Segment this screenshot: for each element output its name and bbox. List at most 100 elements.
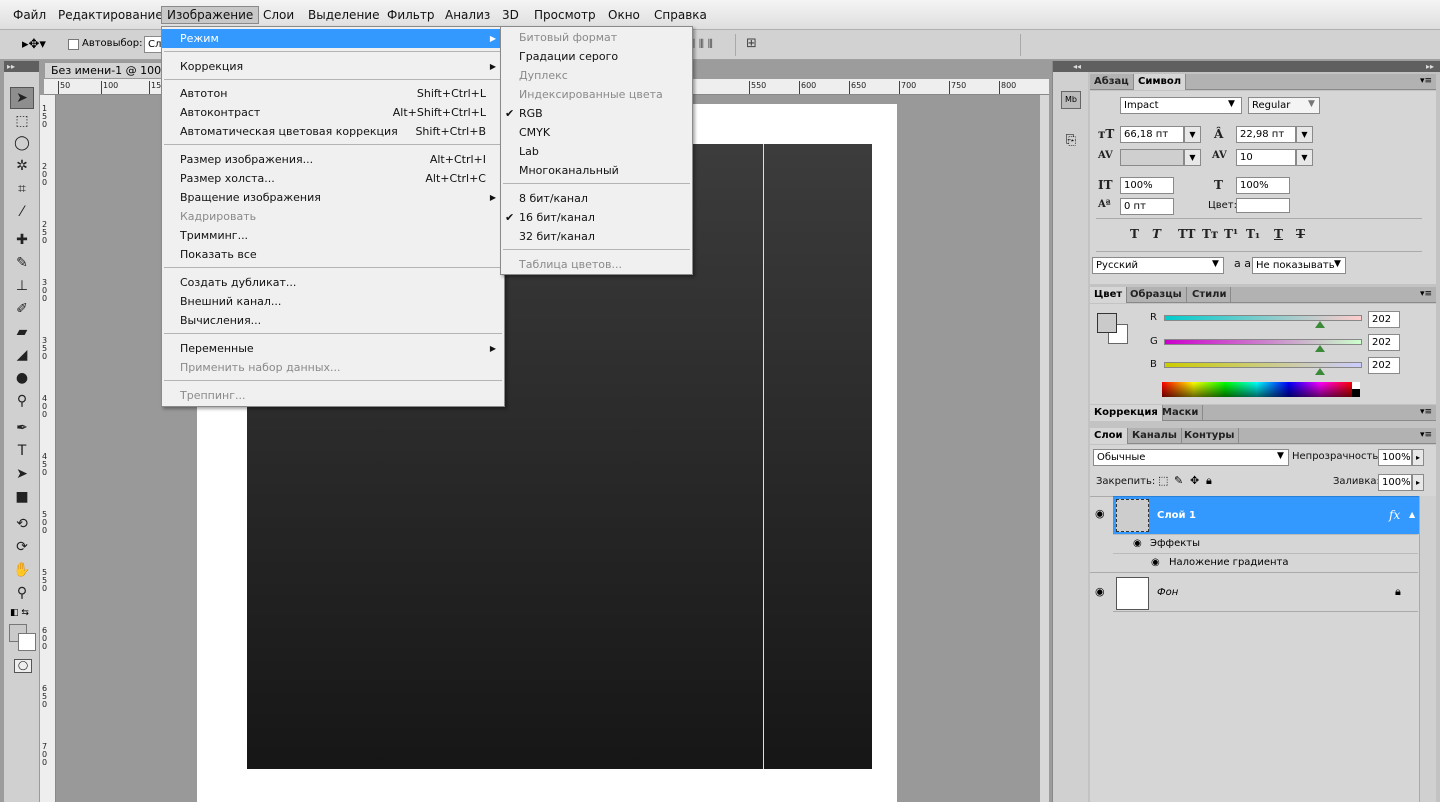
menu-item-8-bit[interactable]: 8 бит/канал xyxy=(501,189,692,208)
font-family-select[interactable]: Impact xyxy=(1120,97,1242,114)
menu-item-trim[interactable]: Тримминг... xyxy=(162,226,504,245)
tab-paths[interactable]: Контуры xyxy=(1180,428,1240,444)
layer-visibility-toggle[interactable]: ◉ xyxy=(1090,496,1114,534)
layers-scrollbar[interactable] xyxy=(1419,496,1436,802)
menu-item-canvas-size[interactable]: Размер холста... Alt+Ctrl+C xyxy=(162,169,504,188)
lock-transparency-icon[interactable]: ⬚ xyxy=(1158,474,1168,487)
red-slider[interactable] xyxy=(1164,315,1362,321)
effect-row-gradient-overlay[interactable]: ◉ Наложение градиента xyxy=(1113,553,1418,572)
layer-row-background[interactable]: Фон 🔒︎ xyxy=(1113,572,1418,612)
lock-pixels-icon[interactable]: ✎ xyxy=(1174,474,1183,487)
tab-styles[interactable]: Стили xyxy=(1188,287,1232,303)
menu-item-duotone[interactable]: Дуплекс xyxy=(501,66,692,85)
type-tool-icon[interactable]: T xyxy=(10,440,34,462)
3d-orbit-icon[interactable]: ⟳ xyxy=(10,536,34,558)
menu-item-duplicate[interactable]: Создать дубликат... xyxy=(162,273,504,292)
panel-menu-icon[interactable]: ▾≡ xyxy=(1420,407,1432,417)
3d-rotate-icon[interactable]: ⟲ xyxy=(10,513,34,535)
blur-tool-icon[interactable]: ● xyxy=(10,367,34,389)
menu-item-mode[interactable]: Режим ▶ xyxy=(162,29,504,48)
menu-image[interactable]: Изображение xyxy=(161,6,260,24)
blue-value-field[interactable]: 202 xyxy=(1368,357,1400,374)
menu-item-apply-image[interactable]: Внешний канал... xyxy=(162,292,504,311)
leading-field[interactable]: 22,98 пт xyxy=(1236,126,1296,143)
layer-row-layer1[interactable]: Слой 1 fx ▲ xyxy=(1113,496,1420,534)
tab-paragraph[interactable]: Абзац xyxy=(1090,74,1134,90)
menu-window[interactable]: Окно xyxy=(603,6,645,24)
guide-line[interactable] xyxy=(763,144,764,769)
tab-swatches[interactable]: Образцы xyxy=(1126,287,1187,303)
baseline-shift-field[interactable]: 0 пт xyxy=(1120,198,1174,215)
menu-item-cmyk[interactable]: CMYK xyxy=(501,123,692,142)
panel-menu-icon[interactable]: ▾≡ xyxy=(1420,76,1432,86)
blend-mode-select[interactable]: Обычные xyxy=(1093,449,1289,466)
tab-adjustments[interactable]: Коррекция xyxy=(1090,405,1163,421)
menu-item-auto-tone[interactable]: Автотон Shift+Ctrl+L xyxy=(162,84,504,103)
shape-tool-icon[interactable]: ■ xyxy=(10,486,34,508)
font-size-dropdown[interactable]: ▼ xyxy=(1184,126,1201,143)
pen-tool-icon[interactable]: ✒ xyxy=(10,417,34,439)
horizontal-scale-field[interactable]: 100% xyxy=(1236,177,1290,194)
menu-item-grayscale[interactable]: Градации серого xyxy=(501,47,692,66)
stamp-tool-icon[interactable]: ⊥ xyxy=(10,275,34,297)
layer-visibility-toggle[interactable]: ◉ xyxy=(1090,572,1114,612)
language-select[interactable]: Русский xyxy=(1092,257,1224,274)
eyedropper-icon[interactable]: ⁄ xyxy=(10,201,34,223)
red-value-field[interactable]: 202 xyxy=(1368,311,1400,328)
blue-slider[interactable] xyxy=(1164,362,1362,368)
menu-filter[interactable]: Фильтр xyxy=(382,6,439,24)
menu-item-reveal-all[interactable]: Показать все xyxy=(162,245,504,264)
green-slider-thumb[interactable] xyxy=(1315,345,1326,352)
menu-item-bitmap[interactable]: Битовый формат xyxy=(501,28,692,47)
menu-file[interactable]: Файл xyxy=(8,6,51,24)
kerning-dropdown[interactable]: ▼ xyxy=(1184,149,1201,166)
hand-tool-icon[interactable]: ✋ xyxy=(10,559,34,581)
move-tool-icon[interactable]: ➤ xyxy=(10,87,34,109)
layer-name[interactable]: Фон xyxy=(1157,587,1178,598)
tab-layers[interactable]: Слои xyxy=(1090,428,1128,444)
effects-row[interactable]: ◉ Эффекты xyxy=(1113,534,1418,553)
mini-bridge-icon[interactable]: Mb xyxy=(1061,91,1081,109)
menu-item-rgb[interactable]: ✔ RGB xyxy=(501,104,692,123)
menu-item-variables[interactable]: Переменные ▶ xyxy=(162,339,504,358)
vertical-scale-field[interactable]: 100% xyxy=(1120,177,1174,194)
menu-item-32-bit[interactable]: 32 бит/канал xyxy=(501,227,692,246)
zoom-tool-icon[interactable]: ⚲ xyxy=(10,582,34,604)
blue-slider-thumb[interactable] xyxy=(1315,368,1326,375)
panel-menu-icon[interactable]: ▾≡ xyxy=(1420,430,1432,440)
menu-item-indexed-color[interactable]: Индексированные цвета xyxy=(501,85,692,104)
lasso-tool-icon[interactable]: ◯ xyxy=(10,132,34,154)
menu-edit[interactable]: Редактирование xyxy=(53,6,168,24)
toolbox-header[interactable]: ▸▸ xyxy=(4,61,39,72)
fill-slider-button[interactable]: ▸ xyxy=(1412,474,1424,491)
menu-item-crop[interactable]: Кадрировать xyxy=(162,207,504,226)
opacity-field[interactable]: 100% xyxy=(1378,449,1412,466)
menu-3d[interactable]: 3D xyxy=(497,6,524,24)
menu-item-multichannel[interactable]: Многоканальный xyxy=(501,161,692,180)
path-select-icon[interactable]: ➤ xyxy=(10,463,34,485)
history-brush-icon[interactable]: ✐ xyxy=(10,298,34,320)
brush-tool-icon[interactable]: ✎ xyxy=(10,252,34,274)
fill-field[interactable]: 100% xyxy=(1378,474,1412,491)
black-swatch[interactable] xyxy=(1352,389,1360,397)
tab-character[interactable]: Символ xyxy=(1134,74,1187,90)
menu-item-apply-data-set[interactable]: Применить набор данных... xyxy=(162,358,504,377)
menu-analysis[interactable]: Анализ xyxy=(440,6,495,24)
red-slider-thumb[interactable] xyxy=(1315,321,1326,328)
superscript-button[interactable]: T¹ xyxy=(1224,227,1238,241)
menu-select[interactable]: Выделение xyxy=(303,6,384,24)
menu-item-trap[interactable]: Треппинг... xyxy=(162,386,504,405)
menu-item-auto-color[interactable]: Автоматическая цветовая коррекция Shift+C… xyxy=(162,122,504,141)
distribute-icons[interactable]: ⫴ ⫴ ⫴ xyxy=(690,37,713,52)
lock-position-icon[interactable]: ✥ xyxy=(1190,474,1199,487)
magic-wand-icon[interactable]: ✲ xyxy=(10,155,34,177)
strikethrough-button[interactable]: T xyxy=(1296,227,1305,241)
menu-item-calculations[interactable]: Вычисления... xyxy=(162,311,504,330)
green-slider[interactable] xyxy=(1164,339,1362,345)
panel-menu-icon[interactable]: ▾≡ xyxy=(1420,289,1432,299)
menu-help[interactable]: Справка xyxy=(649,6,712,24)
healing-brush-icon[interactable]: ✚ xyxy=(10,229,34,251)
move-tool-preset-icon[interactable]: ▸✥▾ xyxy=(22,37,46,52)
menu-item-auto-contrast[interactable]: Автоконтраст Alt+Shift+Ctrl+L xyxy=(162,103,504,122)
autoselect-checkbox[interactable] xyxy=(68,39,79,50)
